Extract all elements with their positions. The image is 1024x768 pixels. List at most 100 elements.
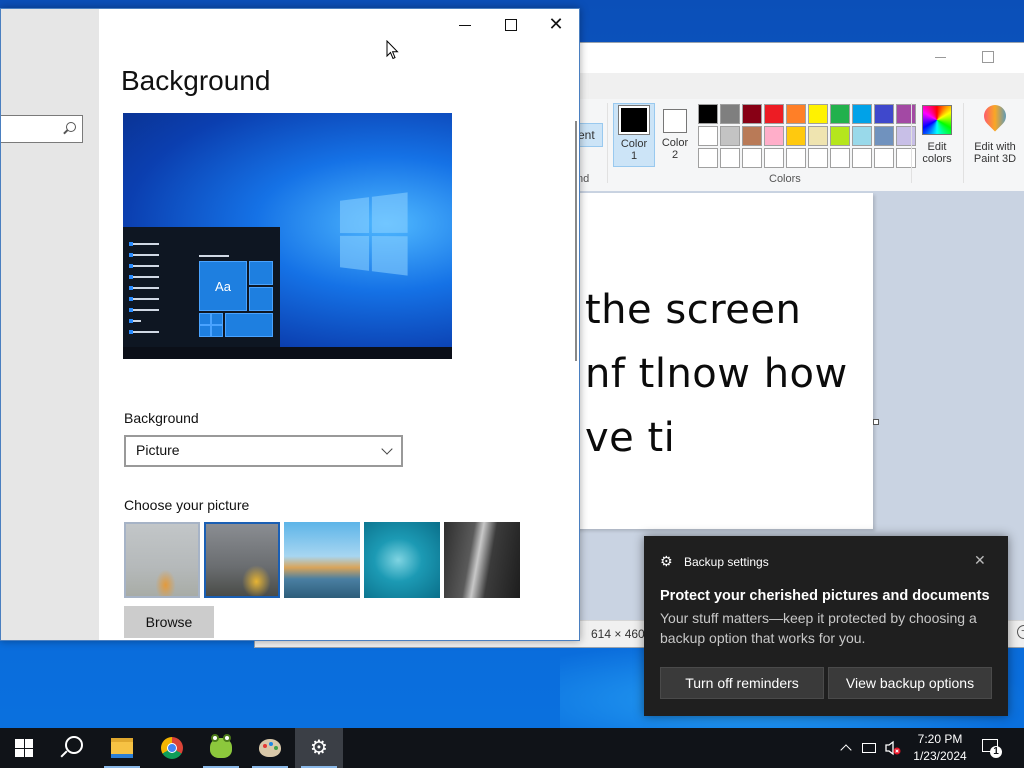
- color-wheel-icon: [922, 105, 952, 135]
- palette-swatch[interactable]: [896, 104, 916, 124]
- palette-swatch[interactable]: [698, 104, 718, 124]
- palette-swatch[interactable]: [874, 104, 894, 124]
- edit-colors-label-2: colors: [922, 153, 952, 165]
- palette-swatch[interactable]: [896, 148, 916, 168]
- picture-thumbnail[interactable]: [204, 522, 280, 598]
- palette-swatch[interactable]: [720, 148, 740, 168]
- palette-swatch[interactable]: [852, 104, 872, 124]
- palette-swatch[interactable]: [764, 148, 784, 168]
- chevron-down-icon: [381, 443, 393, 455]
- taskbar-paint[interactable]: [246, 728, 294, 768]
- palette-swatch[interactable]: [852, 148, 872, 168]
- color2-swatch: [663, 109, 687, 133]
- gear-icon: ⚙: [660, 553, 673, 569]
- picture-thumbnail[interactable]: [124, 522, 200, 598]
- preview-taskbar: [123, 347, 452, 359]
- action-center-button[interactable]: 1: [980, 736, 1004, 760]
- palette-swatch[interactable]: [698, 148, 718, 168]
- settings-scrollbar[interactable]: [575, 121, 577, 361]
- palette-swatch[interactable]: [786, 148, 806, 168]
- settings-maximize-button[interactable]: [505, 19, 517, 31]
- taskbar-chrome[interactable]: [148, 728, 196, 768]
- palette-swatch[interactable]: [720, 126, 740, 146]
- settings-search-input[interactable]: [1, 115, 83, 143]
- taskbar-settings[interactable]: ⚙: [295, 728, 343, 768]
- palette-swatch[interactable]: [830, 126, 850, 146]
- palette-swatch[interactable]: [830, 104, 850, 124]
- palette-swatch[interactable]: [874, 148, 894, 168]
- edit-with-paint3d-button[interactable]: Edit with Paint 3D: [967, 103, 1023, 165]
- settings-minimize-button[interactable]: [457, 17, 473, 33]
- close-icon[interactable]: ✕: [974, 552, 986, 569]
- palette-swatch[interactable]: [830, 148, 850, 168]
- palette-swatch[interactable]: [764, 104, 784, 124]
- ribbon-separator: [911, 103, 912, 183]
- palette-swatch[interactable]: [764, 126, 784, 146]
- turn-off-reminders-button[interactable]: Turn off reminders: [660, 667, 824, 699]
- frog-icon: [210, 734, 232, 758]
- picture-thumbnail[interactable]: [444, 522, 520, 598]
- palette-swatch[interactable]: [786, 126, 806, 146]
- folder-icon: [111, 738, 133, 758]
- show-hidden-icons-button[interactable]: [838, 728, 854, 768]
- palette-swatch[interactable]: [896, 126, 916, 146]
- color2-label-2: 2: [671, 149, 679, 161]
- picture-thumbnail[interactable]: [284, 522, 360, 598]
- settings-close-button[interactable]: ✕: [547, 15, 565, 33]
- picture-thumbnails: [124, 522, 520, 598]
- background-type-dropdown[interactable]: Picture: [124, 435, 403, 467]
- paint-palette-icon: [259, 739, 281, 757]
- paint-minimize-button[interactable]: [935, 49, 949, 63]
- background-preview: Aa: [123, 113, 452, 359]
- preview-tile-aa: Aa: [199, 261, 247, 311]
- picture-thumbnail[interactable]: [364, 522, 440, 598]
- preview-group-line: [199, 255, 229, 257]
- colors-group-label: Colors: [769, 173, 801, 185]
- palette-swatch[interactable]: [808, 148, 828, 168]
- palette-swatch[interactable]: [742, 126, 762, 146]
- canvas-size-readout: 614 × 460p: [591, 627, 652, 641]
- color1-button[interactable]: Color 1: [613, 103, 655, 167]
- volume-muted-icon[interactable]: [884, 728, 904, 768]
- view-backup-options-button[interactable]: View backup options: [828, 667, 992, 699]
- color2-button[interactable]: Color 2: [655, 103, 695, 165]
- page-title: Background: [121, 65, 271, 96]
- preview-tiles: Aa: [199, 261, 275, 347]
- edit-colors-button[interactable]: Edit colors: [917, 103, 957, 165]
- paint3d-icon: [982, 105, 1008, 135]
- palette-swatch[interactable]: [786, 104, 806, 124]
- network-icon[interactable]: [862, 728, 880, 768]
- backup-notification: ⚙ Backup settings ✕ Protect your cherish…: [644, 536, 1008, 716]
- color1-label-2: 1: [630, 150, 638, 162]
- palette-swatch[interactable]: [742, 104, 762, 124]
- taskbar-search-button[interactable]: [48, 728, 96, 768]
- edit-colors-label-1: Edit: [927, 141, 947, 153]
- canvas-resize-handle[interactable]: [873, 419, 879, 425]
- ribbon-separator: [963, 103, 964, 183]
- background-label: Background: [124, 410, 199, 426]
- clock-time: 7:20 PM: [917, 732, 963, 746]
- partial-tool-label: ent: [578, 128, 595, 142]
- palette-swatch[interactable]: [720, 104, 740, 124]
- search-icon: [65, 736, 83, 754]
- palette-swatch[interactable]: [808, 126, 828, 146]
- clock-date: 1/23/2024: [913, 749, 967, 763]
- palette-swatch[interactable]: [698, 126, 718, 146]
- start-button[interactable]: [0, 728, 48, 768]
- palette-swatch[interactable]: [874, 126, 894, 146]
- palette-swatch[interactable]: [808, 104, 828, 124]
- taskbar-frog-app[interactable]: [197, 728, 245, 768]
- settings-nav-pane: [1, 9, 99, 640]
- paint-maximize-button[interactable]: [982, 51, 994, 63]
- taskbar-file-explorer[interactable]: [98, 728, 146, 768]
- palette-swatch[interactable]: [742, 148, 762, 168]
- partial-select-tool[interactable]: ent: [577, 123, 603, 147]
- chrome-icon: [161, 737, 183, 759]
- taskbar-clock[interactable]: 7:20 PM 1/23/2024: [910, 731, 970, 765]
- notification-title: Protect your cherished pictures and docu…: [660, 588, 990, 604]
- browse-button[interactable]: Browse: [124, 606, 214, 638]
- zoom-out-icon[interactable]: −: [1017, 625, 1024, 639]
- preview-app-list: [129, 242, 159, 342]
- palette-swatch[interactable]: [852, 126, 872, 146]
- gear-icon: ⚙: [310, 737, 328, 759]
